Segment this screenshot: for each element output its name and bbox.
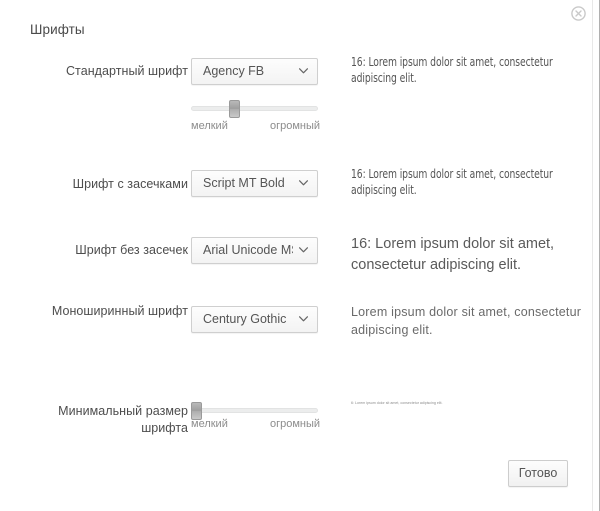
slider-thumb[interactable] bbox=[229, 100, 240, 118]
slider-min-label: мелкий bbox=[191, 120, 228, 132]
select-standard-font[interactable]: Agency FB bbox=[191, 58, 318, 85]
chevron-down-icon bbox=[299, 247, 308, 253]
sample-serif-font: 16: Lorem ipsum dolor sit amet, consecte… bbox=[351, 166, 553, 197]
slider-max-label: огромный bbox=[270, 120, 321, 132]
slider-min-label: мелкий bbox=[191, 418, 228, 430]
close-icon[interactable] bbox=[571, 6, 586, 21]
sample-standard-font: 16: Lorem ipsum dolor sit amet, consecte… bbox=[351, 54, 553, 85]
chevron-down-icon bbox=[299, 316, 308, 322]
select-monospace-font-value: Century Gothic bbox=[203, 312, 287, 326]
select-sans-serif-font[interactable]: Arial Unicode MS bbox=[191, 237, 318, 264]
select-sans-serif-font-value: Arial Unicode MS bbox=[203, 243, 293, 257]
sample-minimum-font-size: 6: Lorem ipsum dolor sit amet, consectet… bbox=[351, 401, 443, 405]
label-minimum-font-size: Минимальный размер шрифта bbox=[58, 404, 188, 435]
label-sans-serif-font: Шрифт без засечек bbox=[75, 243, 188, 257]
done-button[interactable]: Готово bbox=[508, 460, 568, 487]
select-monospace-font[interactable]: Century Gothic bbox=[191, 306, 318, 333]
label-monospace-font: Моноширинный шрифт bbox=[51, 304, 188, 318]
chevron-down-icon bbox=[299, 68, 308, 74]
sample-sans-serif-font: 16: Lorem ipsum dolor sit amet, consecte… bbox=[351, 236, 555, 273]
slider-track bbox=[191, 408, 318, 413]
section-title: Шрифты bbox=[30, 22, 85, 37]
font-settings-dialog: Шрифты Стандартный шрифт Agency FB мелки… bbox=[0, 0, 600, 511]
slider-standard-font-size[interactable] bbox=[191, 98, 318, 122]
label-standard-font: Стандартный шрифт bbox=[65, 64, 188, 78]
slider-max-label: огромный bbox=[270, 418, 321, 430]
select-standard-font-value: Agency FB bbox=[203, 64, 265, 78]
select-serif-font-value: Script MT Bold bbox=[203, 176, 285, 190]
slider-track bbox=[191, 106, 318, 111]
label-serif-font: Шрифт с засечками bbox=[72, 177, 188, 191]
sample-monospace-font: Lorem ipsum dolor sit amet, consectetur … bbox=[351, 305, 582, 337]
select-serif-font[interactable]: Script MT Bold bbox=[191, 170, 318, 197]
chevron-down-icon bbox=[299, 180, 308, 186]
dialog-right-gutter bbox=[592, 0, 593, 511]
